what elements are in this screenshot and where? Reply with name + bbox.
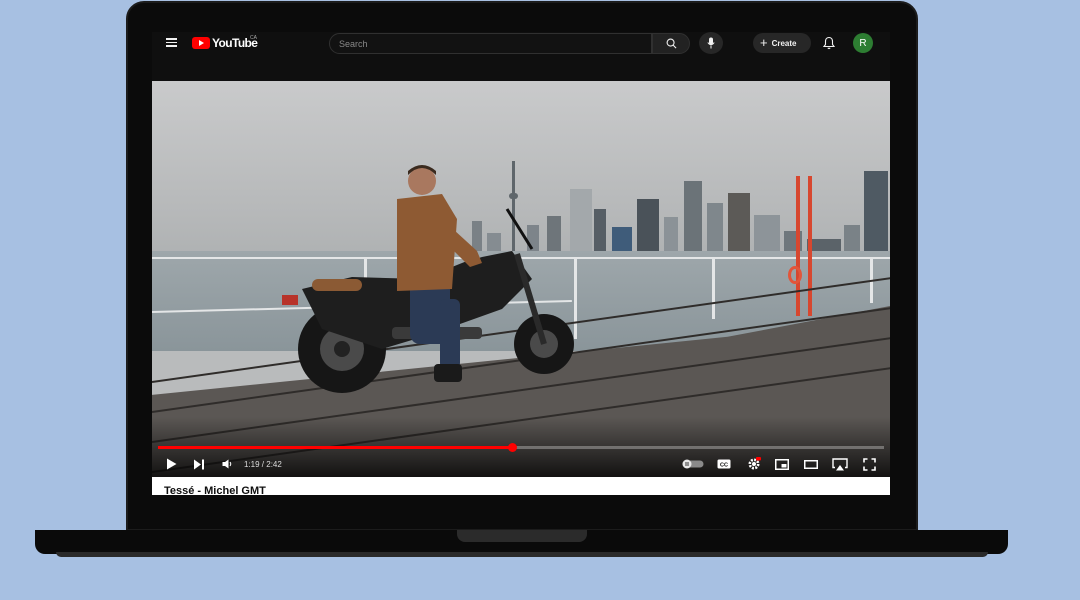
theater-mode-button[interactable] [803,456,819,472]
autoplay-toggle-icon [682,459,704,469]
search-input[interactable]: Search [329,33,652,54]
player-controls: 1:19 / 2:42 CC [152,452,890,477]
youtube-play-icon [192,37,210,49]
laptop-base-edge [56,552,988,557]
menu-icon[interactable] [166,38,177,47]
avatar[interactable]: R [853,33,873,53]
youtube-logo[interactable]: YouTube CA [192,35,258,50]
create-button[interactable]: + Create [753,33,811,53]
video-title: Tessé - Michel GMT [164,485,266,495]
progress-bar[interactable] [158,443,884,452]
progress-scrubber[interactable] [507,443,517,452]
laptop-notch [457,530,587,542]
railing-post [712,257,715,319]
cast-button[interactable] [831,456,849,472]
motorcycle-rider-figure [282,165,574,393]
miniplayer-icon [775,458,789,470]
fullscreen-button[interactable] [861,456,877,472]
notifications-bell-icon[interactable] [823,36,835,50]
video-info: Tessé - Michel GMT [152,477,890,495]
progress-played [158,446,512,449]
logo-region: CA [250,35,257,41]
search-button[interactable] [652,33,690,54]
voice-search-button[interactable] [699,32,723,54]
play-button[interactable] [164,456,178,472]
play-icon [166,458,176,470]
create-label: Create [771,38,797,48]
subtitles-button[interactable]: CC [716,456,732,472]
red-ladder-tower [808,176,812,316]
miniplayer-button[interactable] [774,456,790,472]
video-player[interactable]: 1:19 / 2:42 CC [152,81,890,477]
theater-mode-icon [804,459,818,469]
airplay-icon [832,457,848,470]
svg-text:CC: CC [720,463,728,469]
gear-icon [748,457,761,470]
volume-icon [222,459,231,469]
search-icon [666,38,676,49]
time-display: 1:19 / 2:42 [244,460,282,469]
red-ladder-tower [796,176,800,316]
browser-screen: YouTube CA Search + Create R 1:19 / 2:42… [152,32,890,495]
plus-icon: + [760,35,768,50]
closed-captions-icon: CC [717,459,731,469]
autoplay-toggle[interactable] [682,456,704,472]
lifebuoy [788,266,802,284]
fullscreen-icon [862,457,876,471]
next-icon [194,459,204,469]
next-button[interactable] [192,456,206,472]
youtube-header: YouTube CA Search + Create R [152,32,890,54]
settings-button[interactable] [746,456,762,472]
volume-button[interactable] [220,456,234,472]
microphone-icon [707,37,715,49]
